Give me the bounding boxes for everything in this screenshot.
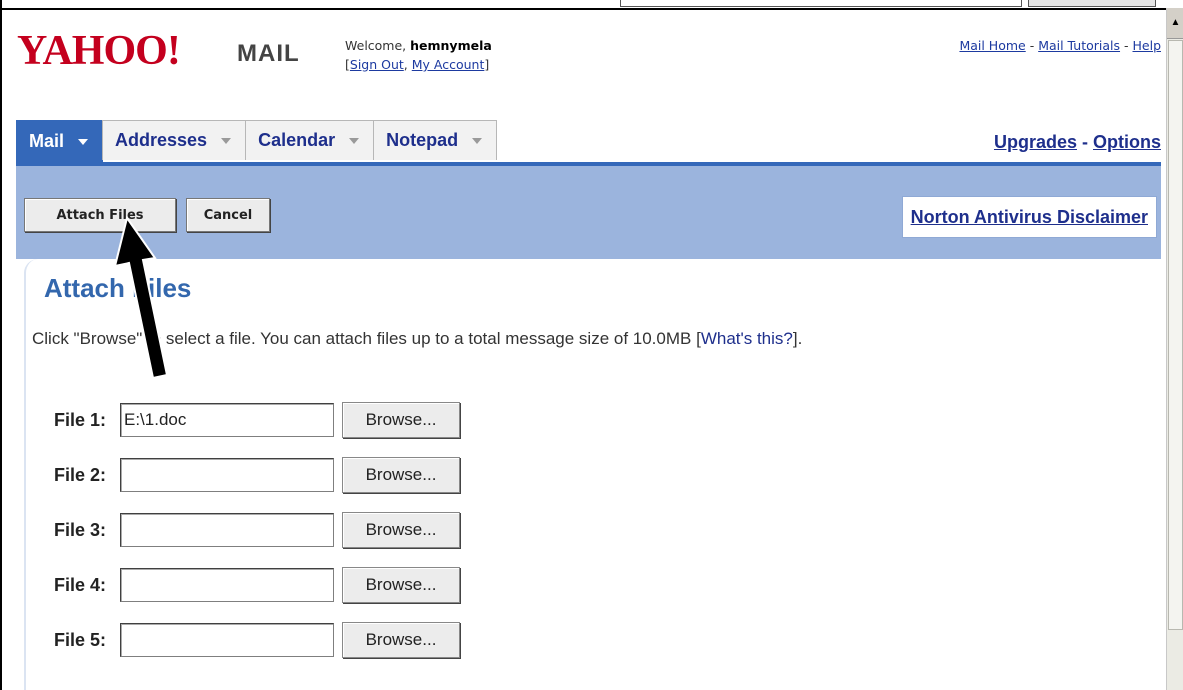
attach-panel: Attach Files Click "Browse" to select a … bbox=[24, 259, 1161, 690]
file-label: File 3: bbox=[54, 519, 107, 540]
description-text: Click "Browse" to select a file. You can… bbox=[32, 329, 701, 348]
browse-button-3[interactable]: Browse... bbox=[342, 512, 460, 548]
file-1-field[interactable]: E:\1.doc bbox=[120, 403, 334, 437]
file-label: File 5: bbox=[54, 629, 107, 650]
attach-files-button[interactable]: Attach Files bbox=[24, 198, 176, 232]
file-row-1: File 1: E:\1.doc Browse... bbox=[54, 401, 460, 439]
norton-disclaimer-label: Norton Antivirus Disclaimer bbox=[910, 206, 1148, 227]
tab-label: Calendar bbox=[258, 130, 336, 150]
file-row-2: File 2: Browse... bbox=[54, 456, 460, 494]
browser-left-edge bbox=[0, 0, 2, 690]
chevron-down-icon[interactable] bbox=[221, 137, 232, 144]
file-label: File 4: bbox=[54, 574, 107, 595]
browse-button-4[interactable]: Browse... bbox=[342, 567, 460, 603]
my-account-link[interactable]: My Account bbox=[412, 57, 485, 72]
chevron-down-icon[interactable] bbox=[472, 137, 483, 144]
top-search-button[interactable] bbox=[1028, 0, 1156, 7]
norton-disclaimer-link[interactable]: Norton Antivirus Disclaimer bbox=[901, 196, 1157, 238]
scroll-up-icon[interactable]: ▲ bbox=[1167, 8, 1183, 39]
help-link[interactable]: Help bbox=[1133, 38, 1162, 53]
file-3-field[interactable] bbox=[120, 513, 334, 547]
vertical-scrollbar[interactable]: ▲ bbox=[1166, 8, 1183, 690]
whats-this-link[interactable]: What's this? bbox=[701, 329, 793, 348]
options-link[interactable]: Options bbox=[1093, 132, 1161, 152]
mail-home-link[interactable]: Mail Home bbox=[959, 38, 1025, 53]
mail-logo-text: MAIL bbox=[237, 40, 300, 67]
action-toolbar: Attach Files Cancel Norton Antivirus Dis… bbox=[16, 162, 1161, 259]
tab-notepad[interactable]: Notepad bbox=[373, 120, 498, 160]
welcome-block: Welcome, hemnymela [Sign Out, My Account… bbox=[345, 38, 492, 72]
tab-label: Notepad bbox=[386, 130, 459, 150]
upgrades-options: Upgrades - Options bbox=[993, 132, 1161, 152]
sign-out-link[interactable]: Sign Out bbox=[350, 57, 404, 72]
top-search-field[interactable] bbox=[620, 0, 1022, 7]
top-links: Mail Home - Mail Tutorials - Help bbox=[959, 38, 1161, 53]
chevron-down-icon[interactable] bbox=[349, 137, 360, 144]
browse-button-1[interactable]: Browse... bbox=[342, 402, 460, 438]
file-5-field[interactable] bbox=[120, 623, 334, 657]
cancel-button[interactable]: Cancel bbox=[186, 198, 270, 232]
yahoo-logo[interactable]: YAHOO! bbox=[17, 30, 181, 72]
tab-label: Addresses bbox=[115, 130, 208, 150]
description-end: ]. bbox=[792, 329, 803, 348]
main-tabs: Mail Addresses Calendar Notepad bbox=[16, 120, 498, 162]
browse-button-5[interactable]: Browse... bbox=[342, 622, 460, 658]
mail-tutorials-link[interactable]: Mail Tutorials bbox=[1038, 38, 1120, 53]
file-2-field[interactable] bbox=[120, 458, 334, 492]
chevron-down-icon[interactable] bbox=[78, 138, 89, 145]
file-row-5: File 5: Browse... bbox=[54, 621, 460, 659]
scroll-thumb[interactable] bbox=[1168, 40, 1183, 630]
tab-calendar[interactable]: Calendar bbox=[245, 120, 375, 160]
tab-mail[interactable]: Mail bbox=[16, 120, 104, 162]
file-row-4: File 4: Browse... bbox=[54, 566, 460, 604]
file-label: File 1: bbox=[54, 409, 107, 430]
file-label: File 2: bbox=[54, 464, 107, 485]
welcome-prefix: Welcome, bbox=[345, 38, 411, 53]
attach-description: Click "Browse" to select a file. You can… bbox=[32, 329, 802, 349]
file-4-field[interactable] bbox=[120, 568, 334, 602]
page-title: Attach Files bbox=[44, 273, 192, 303]
tab-addresses[interactable]: Addresses bbox=[102, 120, 247, 160]
tab-label: Mail bbox=[29, 131, 65, 151]
browse-button-2[interactable]: Browse... bbox=[342, 457, 460, 493]
upgrades-link[interactable]: Upgrades bbox=[994, 132, 1077, 152]
username: hemnymela bbox=[410, 38, 492, 53]
file-row-3: File 3: Browse... bbox=[54, 511, 460, 549]
